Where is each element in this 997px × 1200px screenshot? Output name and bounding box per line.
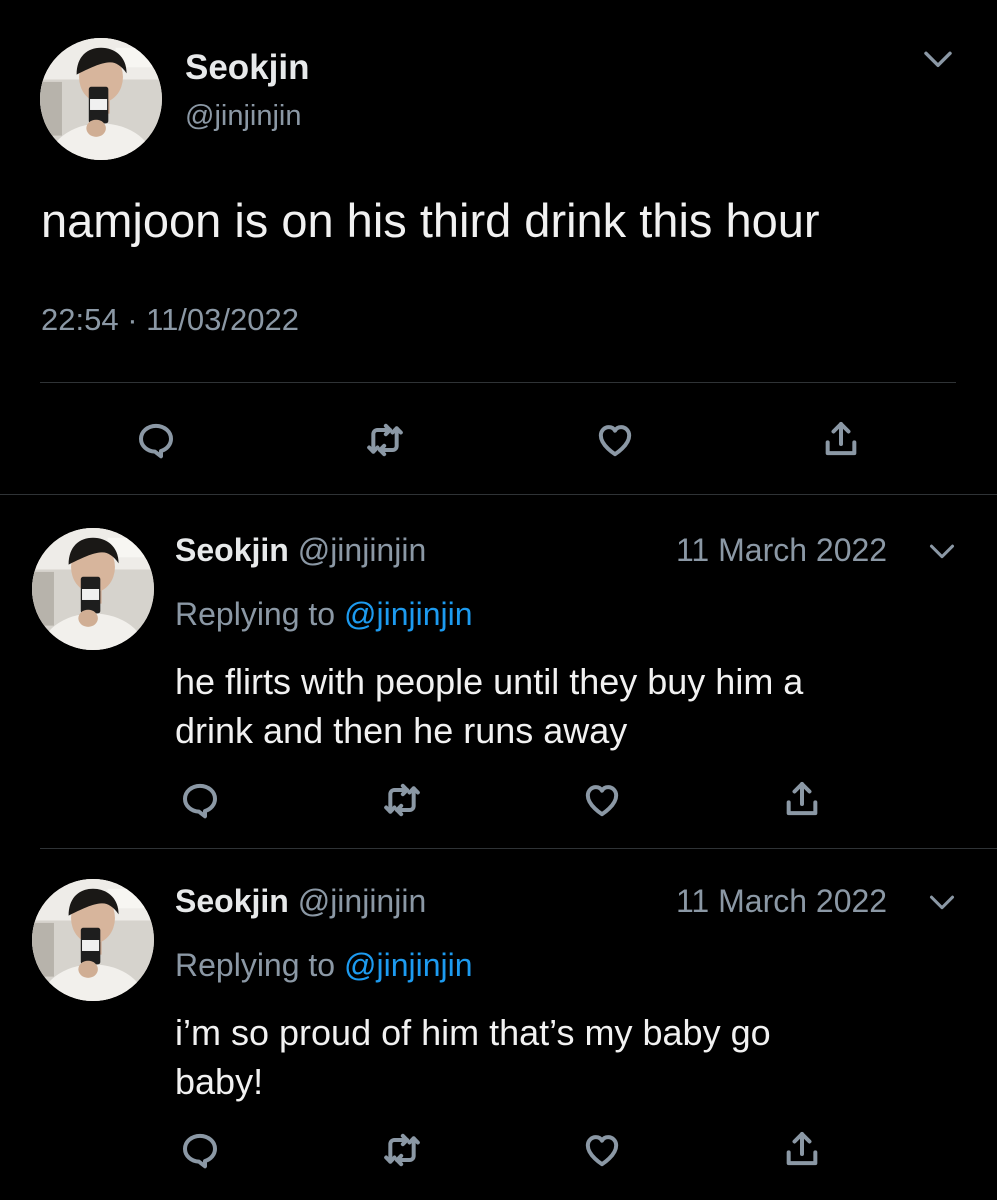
like-icon[interactable] [580,1130,624,1170]
replying-to-label: Replying to [175,947,336,983]
reply-icon[interactable] [180,780,220,820]
reply-text-line: i’m so proud of him that’s my baby go [175,1012,771,1053]
reply-text-line: baby! [175,1061,264,1102]
avatar[interactable] [32,879,154,1001]
author-name[interactable]: Seokjin [185,48,309,88]
avatar[interactable] [40,38,162,160]
reply-date[interactable]: 11 March 2022 [676,883,887,920]
share-icon[interactable] [821,418,861,460]
replying-to-label: Replying to [175,596,336,632]
retweet-icon[interactable] [380,780,424,820]
replying-to-link[interactable]: @jinjinjin [344,947,473,983]
author-handle[interactable]: @jinjinjin [298,532,427,568]
reply-text-line: drink and then he runs away [175,710,628,751]
tweet-text: namjoon is on his third drink this hour [41,194,820,247]
author-name[interactable]: Seokjin [175,532,289,568]
retweet-icon[interactable] [380,1130,424,1170]
avatar-photo-icon [32,879,154,1001]
author-name[interactable]: Seokjin [175,883,289,919]
share-icon[interactable] [782,1128,822,1170]
retweet-icon[interactable] [363,420,407,460]
divider [40,848,997,849]
reply-date[interactable]: 11 March 2022 [676,532,887,569]
share-icon[interactable] [782,778,822,820]
chevron-down-icon[interactable] [926,538,958,566]
replying-to-link[interactable]: @jinjinjin [344,596,473,632]
divider [0,494,997,495]
chevron-down-icon[interactable] [926,889,958,917]
author-handle[interactable]: @jinjinjin [185,100,301,133]
reply-text-line: he flirts with people until they buy him… [175,661,804,702]
like-icon[interactable] [593,420,637,460]
reply-icon[interactable] [180,1130,220,1170]
avatar[interactable] [32,528,154,650]
tweet-timestamp[interactable]: 22:54 · 11/03/2022 [41,302,299,338]
chevron-down-icon[interactable] [918,44,958,76]
like-icon[interactable] [580,780,624,820]
divider [40,382,956,383]
avatar-photo-icon [40,38,162,160]
avatar-photo-icon [32,528,154,650]
author-handle[interactable]: @jinjinjin [298,883,427,919]
reply-icon[interactable] [136,420,176,460]
